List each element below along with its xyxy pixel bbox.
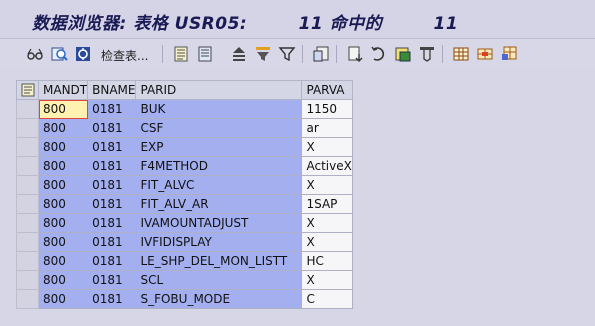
cell-parva[interactable]: X [301,232,354,252]
cell-parid[interactable]: BUK [135,99,303,119]
row-selector[interactable] [16,289,39,309]
table-row: 800 0181 IVFIDISPLAY X [16,232,354,252]
cell-mandt[interactable]: 800 [37,175,89,195]
refresh-icon[interactable] [50,45,68,63]
cell-bname[interactable]: 0181 [87,270,137,290]
cell-mandt[interactable]: 800 [37,232,89,252]
cell-bname[interactable]: 0181 [87,99,137,119]
sort-desc-icon[interactable] [370,45,388,63]
find-icon[interactable] [418,45,436,63]
cell-parva[interactable]: ActiveX [301,156,354,176]
table-row: 800 0181 SCL X [16,270,354,290]
table-row: 800 0181 CSF ar [16,118,354,138]
page-title: 数据浏览器: 表格 USR05: 11 命中的 11 [32,14,459,34]
cell-parva[interactable]: HC [301,251,354,271]
cell-mandt[interactable]: 800 [37,118,89,138]
toolbar-separator [162,45,163,63]
detail-icon[interactable] [172,45,190,63]
column-header-parva[interactable]: PARVA [301,80,354,100]
table-row: 800 0181 BUK 1150 [16,99,354,119]
layout2-icon[interactable] [500,45,518,63]
cell-parid[interactable]: S_FOBU_MODE [135,289,303,309]
detail2-icon[interactable] [196,45,214,63]
cell-mandt[interactable]: 800 [37,194,89,214]
row-selector[interactable] [16,156,39,176]
cell-mandt[interactable]: 800 [37,270,89,290]
cell-parid[interactable]: FIT_ALV_AR [135,194,303,214]
cell-parva[interactable]: X [301,213,354,233]
row-selector[interactable] [16,213,39,233]
cell-bname[interactable]: 0181 [87,137,137,157]
sort-icon[interactable] [346,45,364,63]
cell-mandt[interactable]: 800 [37,213,89,233]
cell-mandt[interactable]: 800 [37,251,89,271]
cell-parid[interactable]: F4METHOD [135,156,303,176]
row-selector[interactable] [16,194,39,214]
cell-mandt[interactable]: 800 [37,99,89,119]
cell-parid[interactable]: CSF [135,118,303,138]
grid-icon[interactable] [452,45,470,63]
row-selector[interactable] [16,118,39,138]
selection-icon[interactable] [74,45,92,63]
select-all-button[interactable] [16,80,39,100]
cell-parva[interactable]: X [301,175,354,195]
filter2-icon[interactable] [278,45,296,63]
cell-bname[interactable]: 0181 [87,156,137,176]
table-row: 800 0181 FIT_ALV_AR 1SAP [16,194,354,214]
layout-icon[interactable] [476,45,494,63]
cell-parid[interactable]: FIT_ALVC [135,175,303,195]
cell-parid[interactable]: SCL [135,270,303,290]
cell-parva[interactable]: ar [301,118,354,138]
table-row: 800 0181 S_FOBU_MODE C [16,289,354,309]
row-selector[interactable] [16,232,39,252]
cell-bname[interactable]: 0181 [87,251,137,271]
table-row: 800 0181 LE_SHP_DEL_MON_LISTT HC [16,251,354,271]
data-grid-area: MANDT BNAME PARID PARVA 800 0181 BUK 115… [16,80,595,310]
row-selector[interactable] [16,251,39,271]
glasses-icon[interactable] [26,45,44,63]
cell-mandt[interactable]: 800 [37,289,89,309]
application-toolbar: 检查表... [0,39,595,69]
cell-parva[interactable]: X [301,270,354,290]
row-selector[interactable] [16,270,39,290]
cell-bname[interactable]: 0181 [87,194,137,214]
cell-mandt[interactable]: 800 [37,156,89,176]
column-header-bname[interactable]: BNAME [87,80,137,100]
cell-parva[interactable]: 1SAP [301,194,354,214]
title-bar: 数据浏览器: 表格 USR05: 11 命中的 11 [0,0,595,39]
toolbar-separator [336,45,337,63]
cell-mandt[interactable]: 800 [37,137,89,157]
filter-icon[interactable] [254,45,272,63]
table-row: 800 0181 EXP X [16,137,354,157]
table-row: 800 0181 FIT_ALVC X [16,175,354,195]
table-row: 800 0181 IVAMOUNTADJUST X [16,213,354,233]
cell-bname[interactable]: 0181 [87,232,137,252]
row-selector[interactable] [16,175,39,195]
export-icon[interactable] [312,45,330,63]
cell-bname[interactable]: 0181 [87,118,137,138]
table-header-row: MANDT BNAME PARID PARVA [16,80,354,100]
cell-bname[interactable]: 0181 [87,289,137,309]
check-table-button[interactable]: 检查表... [101,47,148,64]
cell-bname[interactable]: 0181 [87,213,137,233]
cell-bname[interactable]: 0181 [87,175,137,195]
column-header-mandt[interactable]: MANDT [37,80,89,100]
data-table: MANDT BNAME PARID PARVA 800 0181 BUK 115… [16,80,354,309]
cell-parid[interactable]: IVAMOUNTADJUST [135,213,303,233]
select-all-icon [18,82,38,99]
cell-parid[interactable]: IVFIDISPLAY [135,232,303,252]
column-header-parid[interactable]: PARID [135,80,303,100]
row-selector[interactable] [16,99,39,119]
cell-parva[interactable]: C [301,289,354,309]
toolbar-separator [442,45,443,63]
table-row: 800 0181 F4METHOD ActiveX [16,156,354,176]
cell-parva[interactable]: X [301,137,354,157]
row-selector[interactable] [16,137,39,157]
toolbar-separator [302,45,303,63]
print-icon[interactable] [230,45,248,63]
cell-parid[interactable]: EXP [135,137,303,157]
cell-parid[interactable]: LE_SHP_DEL_MON_LISTT [135,251,303,271]
cell-parva[interactable]: 1150 [301,99,354,119]
save-icon[interactable] [394,45,412,63]
